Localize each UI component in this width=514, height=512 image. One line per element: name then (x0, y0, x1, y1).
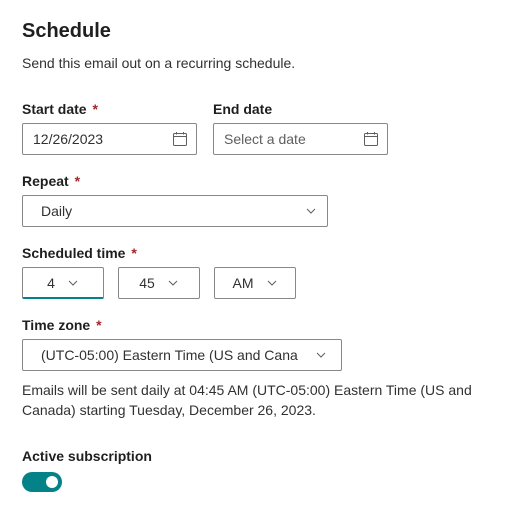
end-date-placeholder: Select a date (224, 131, 363, 147)
active-subscription-toggle[interactable] (22, 472, 62, 492)
hour-dropdown[interactable]: 4 (22, 267, 104, 299)
time-row: 4 45 AM (22, 267, 492, 299)
timezone-dropdown[interactable]: (UTC-05:00) Eastern Time (US and Cana (22, 339, 342, 371)
start-date-field: Start date * 12/26/2023 (22, 101, 197, 155)
chevron-down-icon (305, 205, 317, 217)
chevron-down-icon (266, 277, 278, 289)
end-date-label-text: End date (213, 101, 272, 117)
chevron-down-icon (315, 349, 327, 361)
ampm-value: AM (233, 275, 254, 291)
active-subscription-label: Active subscription (22, 448, 492, 464)
scheduled-time-field: Scheduled time * 4 45 AM (22, 245, 492, 299)
chevron-down-icon (67, 277, 79, 289)
chevron-down-icon (167, 277, 179, 289)
calendar-icon[interactable] (172, 131, 188, 147)
timezone-label: Time zone * (22, 317, 492, 333)
required-marker: * (92, 101, 97, 117)
repeat-value: Daily (41, 203, 299, 219)
start-date-label-text: Start date (22, 101, 87, 117)
start-date-input[interactable]: 12/26/2023 (22, 123, 197, 155)
scheduled-time-label: Scheduled time * (22, 245, 492, 261)
active-subscription-section: Active subscription (22, 448, 492, 492)
repeat-label-text: Repeat (22, 173, 69, 189)
end-date-label: End date (213, 101, 388, 117)
date-row: Start date * 12/26/2023 End date Select … (22, 101, 492, 155)
repeat-dropdown[interactable]: Daily (22, 195, 328, 227)
start-date-label: Start date * (22, 101, 197, 117)
minute-dropdown[interactable]: 45 (118, 267, 200, 299)
page-title: Schedule (22, 20, 492, 43)
scheduled-time-label-text: Scheduled time (22, 245, 125, 261)
timezone-field: Time zone * (UTC-05:00) Eastern Time (US… (22, 317, 492, 371)
schedule-summary: Emails will be sent daily at 04:45 AM (U… (22, 381, 492, 420)
toggle-knob (46, 476, 58, 488)
repeat-label: Repeat * (22, 173, 492, 189)
required-marker: * (96, 317, 101, 333)
required-marker: * (131, 245, 136, 261)
required-marker: * (75, 173, 80, 189)
minute-value: 45 (139, 275, 155, 291)
calendar-icon[interactable] (363, 131, 379, 147)
timezone-value: (UTC-05:00) Eastern Time (US and Cana (41, 347, 309, 363)
end-date-field: End date Select a date (213, 101, 388, 155)
ampm-dropdown[interactable]: AM (214, 267, 296, 299)
hour-value: 4 (47, 275, 55, 291)
timezone-label-text: Time zone (22, 317, 90, 333)
repeat-field: Repeat * Daily (22, 173, 492, 227)
page-description: Send this email out on a recurring sched… (22, 55, 492, 71)
end-date-input[interactable]: Select a date (213, 123, 388, 155)
start-date-value: 12/26/2023 (33, 131, 172, 147)
